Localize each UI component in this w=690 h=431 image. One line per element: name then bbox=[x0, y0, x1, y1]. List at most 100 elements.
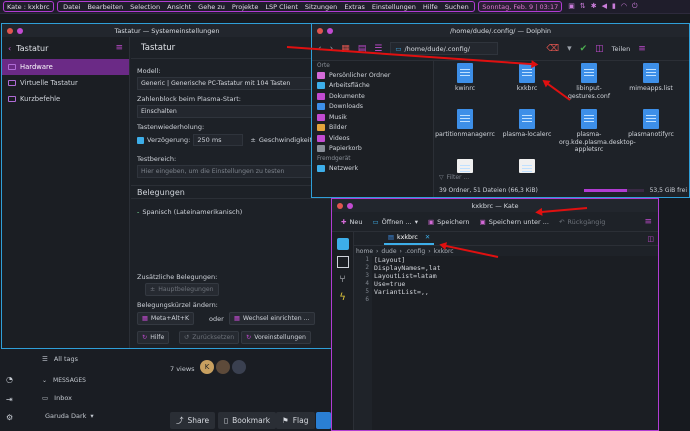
titlebar[interactable]: /home/dude/.config/ — Dolphin bbox=[312, 24, 689, 37]
volume-icon[interactable]: ◀ bbox=[602, 2, 607, 11]
new-button[interactable]: ✚ Neu bbox=[338, 218, 365, 226]
filter-bar[interactable]: ▽ Filter ... bbox=[435, 171, 689, 184]
hamburger-menu-icon[interactable]: ≡ bbox=[638, 44, 646, 54]
avatar[interactable] bbox=[216, 360, 230, 374]
plus-icon[interactable]: ± bbox=[250, 136, 255, 144]
shortcut-button[interactable]: ▦ Meta+Alt+K bbox=[137, 312, 195, 325]
breadcrumb-config[interactable]: .config bbox=[405, 248, 425, 255]
code-line[interactable] bbox=[374, 296, 441, 304]
share-button[interactable]: ⤴ Share bbox=[170, 412, 216, 429]
close-tab-icon[interactable]: ✕ bbox=[425, 234, 430, 241]
split-label[interactable]: Teilen bbox=[612, 45, 631, 53]
titlebar[interactable]: Tastatur — Systemeinstellungen bbox=[2, 24, 332, 37]
back-icon[interactable]: ‹ bbox=[8, 44, 11, 53]
delay-spinbox[interactable]: 250 ms bbox=[193, 134, 244, 146]
model-select[interactable]: Generic | Generische PC-Tastatur mit 104… bbox=[137, 77, 327, 90]
close-icon[interactable] bbox=[317, 27, 323, 34]
maximize-icon[interactable] bbox=[327, 27, 333, 34]
code-line[interactable]: LayoutList=latam bbox=[374, 272, 441, 280]
menu-extras[interactable]: Extras bbox=[341, 3, 369, 11]
reply-button[interactable] bbox=[316, 412, 331, 429]
projects-icon[interactable] bbox=[336, 256, 349, 268]
file-item[interactable]: kwinrc bbox=[435, 63, 495, 93]
file-item[interactable]: plasma-localerc bbox=[497, 109, 557, 139]
titlebar[interactable]: kxkbrc — Kate bbox=[332, 199, 658, 212]
hamburger-menu-icon[interactable]: ≡ bbox=[115, 43, 123, 53]
menu-hilfe[interactable]: Hilfe bbox=[419, 3, 441, 11]
file-item[interactable]: plasmanotifyrc bbox=[621, 109, 681, 139]
active-window-label[interactable]: Kate : kxkbrc bbox=[3, 1, 54, 12]
all-tags-link[interactable]: ☰ All tags bbox=[42, 355, 78, 363]
file-item[interactable]: partitionmanagerrc bbox=[435, 109, 495, 139]
place-pictures[interactable]: Bilder bbox=[312, 123, 433, 134]
place-network[interactable]: Netzwerk bbox=[312, 163, 433, 174]
messages-section[interactable]: ⌄ MESSAGES bbox=[42, 377, 86, 384]
inbox-link[interactable]: ▭ Inbox bbox=[42, 394, 72, 402]
hamburger-menu-icon[interactable]: ≡ bbox=[644, 217, 652, 227]
git-icon[interactable]: ⑂ bbox=[337, 274, 349, 286]
location-bar[interactable]: ▭ /home/dude/.config/ bbox=[390, 42, 499, 55]
switch-setup-button[interactable]: ▦ Wechsel einrichten ... bbox=[229, 312, 315, 325]
code-line[interactable]: [Layout] bbox=[374, 256, 441, 264]
place-downloads[interactable]: Downloads bbox=[312, 102, 433, 113]
battery-icon[interactable]: ▮ bbox=[612, 2, 616, 11]
sidebar-item-hardware[interactable]: Hardware bbox=[2, 59, 129, 75]
menu-datei[interactable]: Datei bbox=[60, 3, 84, 11]
code-line[interactable]: DisplayNames=,lat bbox=[374, 264, 441, 272]
place-music[interactable]: Musik bbox=[312, 112, 433, 123]
menu-projekte[interactable]: Projekte bbox=[228, 3, 261, 11]
help-button[interactable]: ↻ Hilfe bbox=[137, 331, 170, 344]
clear-icon[interactable]: ⌫ bbox=[546, 44, 559, 54]
open-button[interactable]: ▭ Öffnen ... ▾ bbox=[369, 218, 421, 226]
file-item[interactable]: mimeapps.list bbox=[621, 63, 681, 93]
sidebar-item-shortcuts[interactable]: Kurzbefehle bbox=[2, 91, 129, 107]
filter-input[interactable]: Filter ... bbox=[447, 174, 470, 181]
notifications-icon[interactable]: ◔ bbox=[6, 375, 13, 384]
place-home[interactable]: Persönlicher Ordner bbox=[312, 70, 433, 81]
split-icon[interactable]: ◫ bbox=[595, 44, 604, 54]
file-item[interactable]: plasma-org.kde.plasma.desktop-appletsrc bbox=[559, 109, 636, 154]
maximize-icon[interactable] bbox=[347, 202, 353, 209]
code-line[interactable]: VariantList=,, bbox=[374, 288, 441, 296]
settings-gear-icon[interactable]: ⚙ bbox=[6, 413, 13, 422]
code-editor[interactable]: 1 2 3 4 5 6 [Layout] DisplayNames=,lat L… bbox=[354, 256, 658, 430]
login-icon[interactable]: ⇥ bbox=[6, 395, 13, 404]
power-icon[interactable]: ⏻ bbox=[632, 2, 638, 11]
save-button[interactable]: ▣ Speichern bbox=[425, 218, 473, 226]
tab-kxkbrc[interactable]: ▤ kxkbrc ✕ bbox=[384, 233, 435, 245]
save-as-button[interactable]: ▣ Speichern unter ... bbox=[477, 218, 552, 226]
menu-ansicht[interactable]: Ansicht bbox=[164, 3, 195, 11]
sidebar-item-virtual-keyboard[interactable]: Virtuelle Tastatur bbox=[2, 75, 129, 91]
breadcrumb-dude[interactable]: dude bbox=[381, 248, 396, 255]
split-view-icon[interactable]: ◫ bbox=[647, 235, 654, 243]
repeat-checkbox[interactable] bbox=[137, 136, 144, 144]
code-lines[interactable]: [Layout] DisplayNames=,lat LayoutList=la… bbox=[374, 256, 441, 304]
menu-bearbeiten[interactable]: Bearbeiten bbox=[84, 3, 127, 11]
menu-lsp-client[interactable]: LSP Client bbox=[262, 3, 302, 11]
clipboard-icon[interactable]: ▣ bbox=[568, 2, 575, 11]
avatar[interactable]: K bbox=[200, 360, 214, 374]
menu-suchen[interactable]: Suchen bbox=[441, 3, 472, 11]
wifi-icon[interactable]: ◠ bbox=[621, 2, 627, 11]
code-line[interactable]: Use=true bbox=[374, 280, 441, 288]
close-icon[interactable] bbox=[337, 202, 343, 209]
menu-gehe-zu[interactable]: Gehe zu bbox=[195, 3, 229, 11]
place-desktop[interactable]: Arbeitsfläche bbox=[312, 81, 433, 92]
clock[interactable]: Sonntag, Feb. 9 | 03:17 bbox=[478, 1, 563, 12]
confirm-icon[interactable]: ✔ bbox=[580, 44, 588, 54]
menu-sitzungen[interactable]: Sitzungen bbox=[301, 3, 340, 11]
defaults-button[interactable]: ↻ Voreinstellungen bbox=[241, 331, 311, 344]
layout-list-item[interactable]: - Spanisch (Lateinamerikanisch) bbox=[137, 208, 242, 216]
numlock-select[interactable]: Einschalten bbox=[137, 105, 327, 118]
file-item[interactable]: kxkbrc bbox=[497, 63, 557, 93]
test-input[interactable]: Hier eingeben, um die Einstellungen zu t… bbox=[137, 165, 327, 178]
avatar[interactable] bbox=[232, 360, 246, 374]
breadcrumb-home[interactable]: home bbox=[356, 248, 373, 255]
bookmark-button[interactable]: ▯ Bookmark bbox=[218, 412, 277, 429]
reset-button[interactable]: ↺ Zurücksetzen bbox=[179, 331, 240, 344]
file-item[interactable]: libinput-gestures.conf bbox=[559, 63, 619, 100]
network-icon[interactable]: ⇅ bbox=[580, 2, 586, 11]
menu-einstellungen[interactable]: Einstellungen bbox=[368, 3, 419, 11]
undo-button[interactable]: ↶ Rückgängig bbox=[556, 218, 608, 226]
place-trash[interactable]: Papierkorb bbox=[312, 144, 433, 155]
